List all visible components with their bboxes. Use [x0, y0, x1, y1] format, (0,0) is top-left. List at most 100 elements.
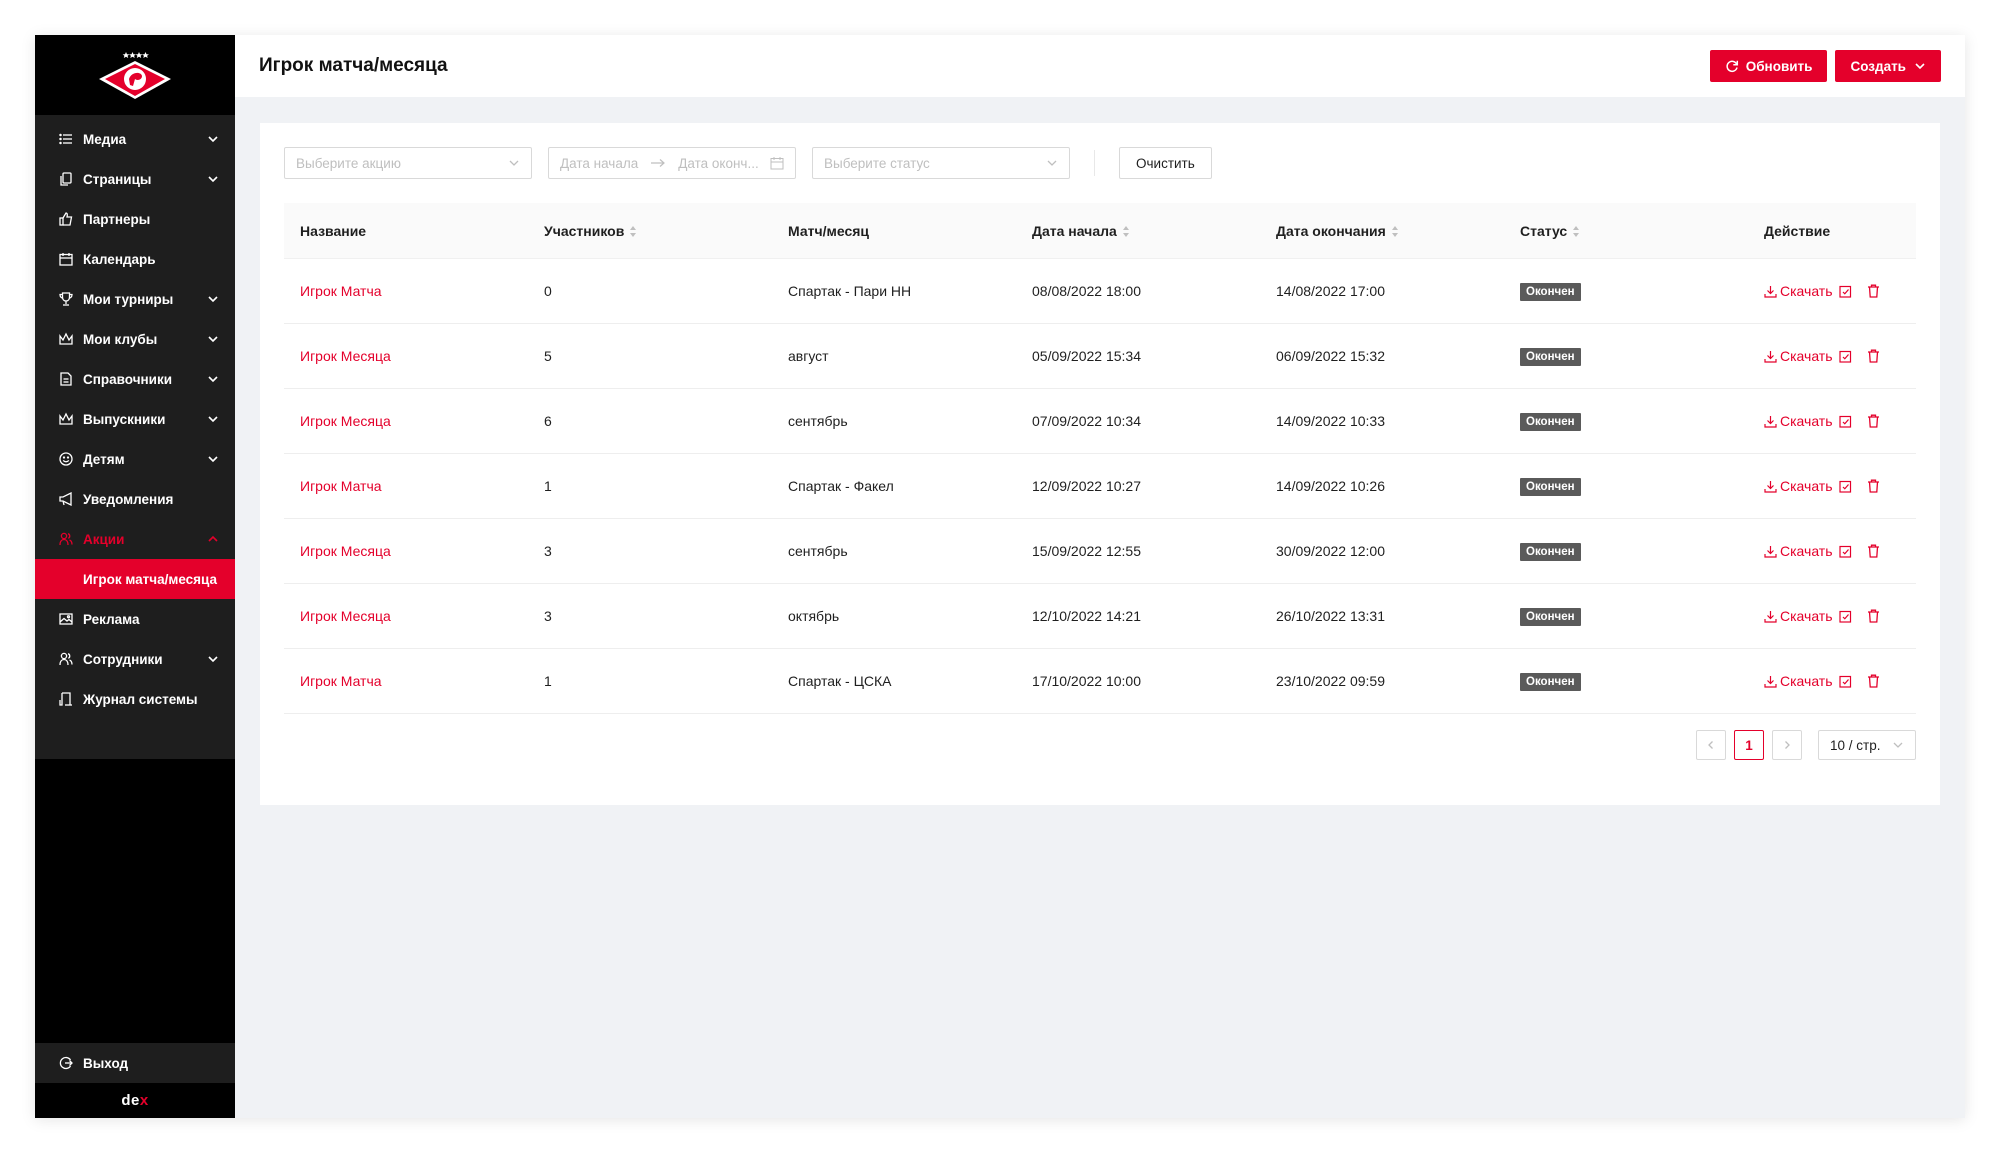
edit-button[interactable]: [1838, 415, 1855, 428]
page-button-current[interactable]: 1: [1734, 730, 1764, 760]
filters-divider: [1094, 150, 1095, 176]
delete-button[interactable]: [1867, 479, 1883, 493]
delete-button[interactable]: [1867, 349, 1883, 363]
promotion-link[interactable]: Игрок Матча: [300, 283, 382, 299]
sidebar-item-promotions[interactable]: Акции: [35, 519, 235, 559]
column-header-end-date[interactable]: Дата окончания: [1260, 203, 1504, 259]
cell-status: Окончен: [1504, 453, 1748, 519]
edit-button[interactable]: [1838, 480, 1855, 493]
create-button[interactable]: Создать: [1835, 50, 1941, 82]
cell-name[interactable]: Игрок Матча: [284, 453, 528, 519]
sort-icon[interactable]: [1122, 225, 1130, 238]
promotion-link[interactable]: Игрок Матча: [300, 673, 382, 689]
sidebar-item-tournaments[interactable]: Мои турниры: [35, 279, 235, 319]
table-header-row: Название Участников Матч/месяц Дата нача…: [284, 203, 1916, 259]
cell-name[interactable]: Игрок Месяца: [284, 583, 528, 649]
delete-button[interactable]: [1867, 674, 1883, 688]
app-window: Медиа Страницы Партнеры Календарь Мои ту…: [35, 35, 1965, 1118]
sidebar-item-references[interactable]: Справочники: [35, 359, 235, 399]
edit-button[interactable]: [1838, 675, 1855, 688]
download-button[interactable]: Скачать: [1764, 413, 1833, 429]
logo[interactable]: [35, 35, 235, 116]
start-date-input[interactable]: Дата начала: [560, 156, 638, 171]
brand-label: dex: [121, 1092, 149, 1109]
promotion-link[interactable]: Игрок Месяца: [300, 608, 391, 624]
sidebar-item-player-of-match[interactable]: Игрок матча/месяца: [35, 559, 235, 599]
table-row: Игрок Месяца 5 август 05/09/2022 15:34 0…: [284, 323, 1916, 389]
clear-button[interactable]: Очистить: [1119, 147, 1212, 179]
sidebar-item-staff[interactable]: Сотрудники: [35, 639, 235, 679]
cell-name[interactable]: Игрок Месяца: [284, 388, 528, 454]
sidebar-item-ads[interactable]: Реклама: [35, 599, 235, 639]
promotion-link[interactable]: Игрок Месяца: [300, 413, 391, 429]
download-button[interactable]: Скачать: [1764, 478, 1833, 494]
promotion-link[interactable]: Игрок Матча: [300, 478, 382, 494]
download-label: Скачать: [1780, 608, 1833, 624]
cell-name[interactable]: Игрок Месяца: [284, 323, 528, 389]
sort-icon[interactable]: [1391, 225, 1399, 238]
sidebar-item-label: Игрок матча/месяца: [83, 571, 218, 587]
promo-select[interactable]: Выберите акцию: [284, 147, 532, 179]
download-button[interactable]: Скачать: [1764, 608, 1833, 624]
sidebar-item-label: Выпускники: [83, 411, 166, 427]
date-range-picker[interactable]: Дата начала Дата оконч...: [548, 147, 796, 179]
sidebar-item-pages[interactable]: Страницы: [35, 159, 235, 199]
delete-button[interactable]: [1867, 544, 1883, 558]
sidebar-item-kids[interactable]: Детям: [35, 439, 235, 479]
delete-button[interactable]: [1867, 284, 1883, 298]
sidebar-item-label: Реклама: [83, 611, 140, 627]
cell-name[interactable]: Игрок Матча: [284, 258, 528, 324]
column-header-status[interactable]: Статус: [1504, 203, 1748, 259]
cell-status: Окончен: [1504, 258, 1748, 324]
chevron-down-icon: [1915, 63, 1925, 70]
sidebar-item-notifications[interactable]: Уведомления: [35, 479, 235, 519]
delete-icon: [1867, 544, 1879, 558]
cell-name[interactable]: Игрок Месяца: [284, 518, 528, 584]
page-title: Игрок матча/месяца: [259, 55, 448, 76]
sidebar-item-system-log[interactable]: Журнал системы: [35, 679, 235, 719]
logout-button[interactable]: Выход: [35, 1043, 235, 1083]
promotion-link[interactable]: Игрок Месяца: [300, 348, 391, 364]
prev-page-button[interactable]: [1696, 730, 1726, 760]
arrow-right-icon: [651, 159, 666, 167]
sort-icon[interactable]: [1572, 225, 1580, 238]
cell-actions: Скачать: [1748, 258, 1916, 324]
cell-actions: Скачать: [1748, 648, 1916, 714]
sidebar-item-media[interactable]: Медиа: [35, 119, 235, 159]
sidebar-item-clubs[interactable]: Мои клубы: [35, 319, 235, 359]
next-page-button[interactable]: [1772, 730, 1802, 760]
page-size-select[interactable]: 10 / стр.: [1818, 730, 1916, 760]
delete-button[interactable]: [1867, 609, 1883, 623]
edit-button[interactable]: [1838, 545, 1855, 558]
sidebar-item-partners[interactable]: Партнеры: [35, 199, 235, 239]
sidebar-item-label: Страницы: [83, 171, 152, 187]
row-actions: Скачать: [1764, 608, 1900, 624]
edit-button[interactable]: [1838, 610, 1855, 623]
cell-match: Спартак - Факел: [772, 453, 1016, 519]
refresh-button[interactable]: Обновить: [1709, 50, 1828, 82]
sidebar-item-calendar[interactable]: Календарь: [35, 239, 235, 279]
delete-button[interactable]: [1867, 414, 1883, 428]
edit-button[interactable]: [1838, 285, 1855, 298]
sidebar-item-graduates[interactable]: Выпускники: [35, 399, 235, 439]
cell-participants: 0: [528, 258, 772, 324]
refresh-label: Обновить: [1745, 58, 1813, 74]
brand-footer: dex: [35, 1083, 235, 1118]
calendar-icon: [770, 157, 784, 170]
end-date-input[interactable]: Дата оконч...: [678, 156, 770, 171]
table-row: Игрок Матча 0 Спартак - Пари НН 08/08/20…: [284, 258, 1916, 324]
edit-button[interactable]: [1838, 350, 1855, 363]
promotion-link[interactable]: Игрок Месяца: [300, 543, 391, 559]
download-button[interactable]: Скачать: [1764, 673, 1833, 689]
sort-icon[interactable]: [629, 225, 637, 238]
cell-match: Спартак - ЦСКА: [772, 648, 1016, 714]
smile-icon: [59, 452, 73, 466]
column-header-participants[interactable]: Участников: [528, 203, 772, 259]
column-header-label: Дата окончания: [1276, 222, 1386, 239]
column-header-start-date[interactable]: Дата начала: [1016, 203, 1260, 259]
download-button[interactable]: Скачать: [1764, 283, 1833, 299]
cell-name[interactable]: Игрок Матча: [284, 648, 528, 714]
download-button[interactable]: Скачать: [1764, 348, 1833, 364]
status-select[interactable]: Выберите статус: [812, 147, 1070, 179]
download-button[interactable]: Скачать: [1764, 543, 1833, 559]
